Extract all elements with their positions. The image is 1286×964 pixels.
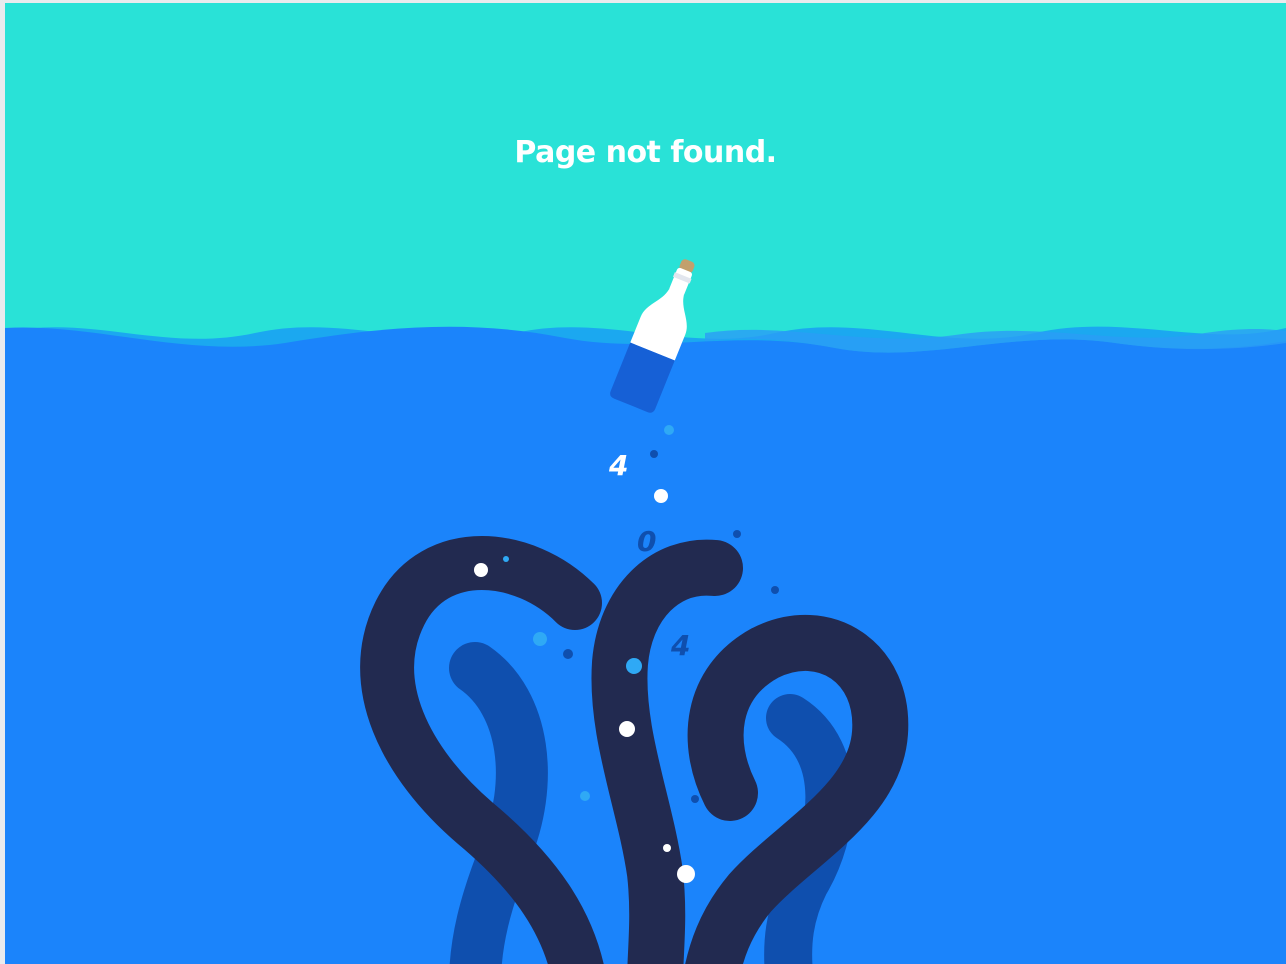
bubble-icon [533,632,547,646]
digit-zero: 0 [637,525,656,558]
bubble-icon [654,489,668,503]
digit-four-bottom: 4 [670,629,690,662]
digit-four-top: 4 [608,449,628,482]
not-found-page: 4 0 4 Page not found. [5,3,1286,964]
bubble-icon [733,530,741,538]
bubble-icon [580,791,590,801]
bubble-icon [663,844,671,852]
bubble-icon [691,795,699,803]
page-title: Page not found. [514,135,777,170]
bubble-icon [771,586,779,594]
bubble-icon [650,450,658,458]
bubble-icon [677,865,695,883]
bubble-icon [474,563,488,577]
bubble-icon [626,658,642,674]
bubble-icon [563,649,573,659]
bubble-icon [619,721,635,737]
bubble-icon [664,425,674,435]
bubble-icon [503,556,509,562]
